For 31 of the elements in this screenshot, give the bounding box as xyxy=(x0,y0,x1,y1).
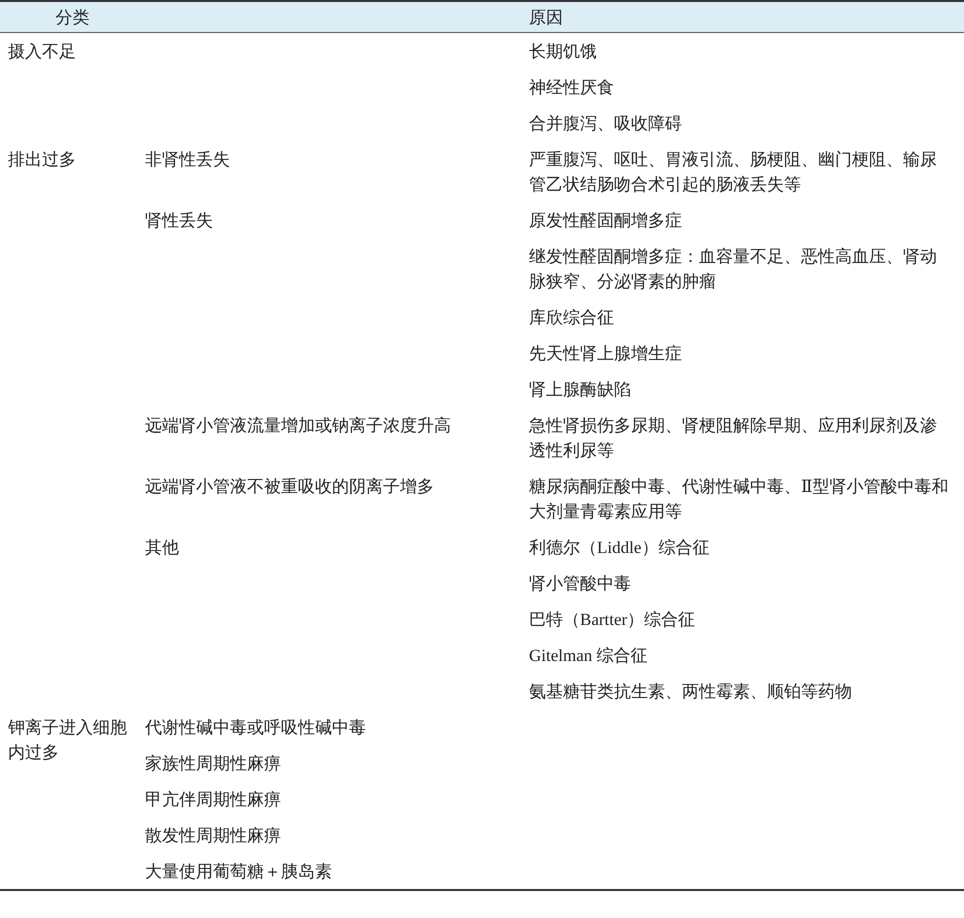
cause-cell-text: 肾小管酸中毒 xyxy=(529,573,632,595)
cause-cell-text: 先天性肾上腺增生症 xyxy=(529,343,683,365)
subcategory-cell-text: 肾性丢失 xyxy=(145,210,214,232)
subcategory-cell-text: 甲亢伴周期性麻痹 xyxy=(145,789,282,811)
category-cell-text: 排出过多 xyxy=(8,149,77,171)
cause-cell-text: 巴特（Bartter）综合征 xyxy=(529,609,696,631)
subcategory-cell-text: 家族性周期性麻痹 xyxy=(145,753,282,775)
cause-cell-text: 继发性醛固酮增多症：血容量不足、恶性高血压、肾动脉狭窄、分泌肾素的肿瘤 xyxy=(529,246,938,293)
subcategory-cell-text: 代谢性碱中毒或呼吸性碱中毒 xyxy=(145,717,367,739)
cause-cell-text: 急性肾损伤多尿期、肾梗阻解除早期、应用利尿剂及渗透性利尿等 xyxy=(529,415,938,462)
cause-cell-text: 肾上腺酶缺陷 xyxy=(529,379,632,401)
cause-cell-text: 利德尔（Liddle）综合征 xyxy=(529,537,710,559)
cause-cell-text: 神经性厌食 xyxy=(529,77,615,99)
cause-cell-text: 严重腹泻、呕吐、胃液引流、肠梗阻、幽门梗阻、输尿管乙状结肠吻合术引起的肠液丢失等 xyxy=(529,149,938,196)
subcategory-cell-text: 散发性周期性麻痹 xyxy=(145,825,282,847)
cause-cell-text: 合并腹泻、吸收障碍 xyxy=(529,113,683,135)
subcategory-cell-text: 大量使用葡萄糖＋胰岛素 xyxy=(145,861,333,883)
subcategory-cell-text: 远端肾小管液流量增加或钠离子浓度升高 xyxy=(145,415,452,437)
subcategory-cell-text: 非肾性丢失 xyxy=(145,149,231,171)
category-cell-text: 摄入不足 xyxy=(8,41,77,63)
cause-cell-text: 原发性醛固酮增多症 xyxy=(529,210,683,232)
column-header: 分类 xyxy=(56,6,90,28)
cause-cell-text: 糖尿病酮症酸中毒、代谢性碱中毒、Ⅱ型肾小管酸中毒和大剂量青霉素应用等 xyxy=(529,476,949,523)
cause-cell-text: 长期饥饿 xyxy=(529,41,598,63)
subcategory-cell-text: 其他 xyxy=(145,537,180,559)
column-header: 原因 xyxy=(529,6,563,28)
cause-cell-text: 氨基糖苷类抗生素、两性霉素、顺铂等药物 xyxy=(529,681,853,703)
cause-cell-text: 库欣综合征 xyxy=(529,307,615,329)
cause-cell-text: Gitelman 综合征 xyxy=(529,645,649,667)
category-cell-text: 钾离子进入细胞内过多 xyxy=(8,717,128,764)
subcategory-cell-text: 远端肾小管液不被重吸收的阴离子增多 xyxy=(145,476,435,498)
